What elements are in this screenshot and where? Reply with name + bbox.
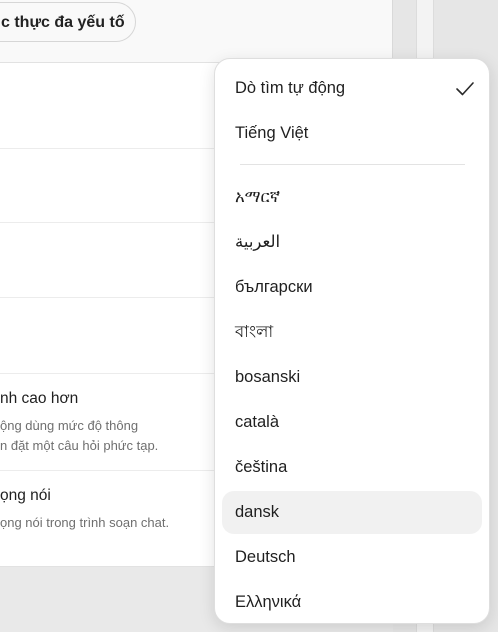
language-option[interactable]: български (222, 266, 482, 309)
language-option-label: Deutsch (235, 548, 296, 566)
language-option-label: বাংলা (235, 323, 274, 341)
language-option[interactable]: العربية (222, 221, 482, 264)
advanced-desc-line2: n đặt một câu hỏi phức tạp. (0, 438, 159, 453)
advanced-title: nh cao hơn (0, 390, 79, 407)
language-option-label: català (235, 413, 280, 431)
language-option-label: čeština (235, 458, 288, 476)
language-option[interactable]: Ελληνικά (222, 581, 482, 624)
language-option-label: Ελληνικά (235, 593, 302, 611)
language-option-label: አማርኛ (235, 188, 281, 206)
language-option-label: العربية (235, 233, 281, 251)
language-option-auto[interactable]: Dò tìm tự động (222, 67, 482, 110)
language-option-label: bosanski (235, 368, 301, 386)
language-option[interactable]: català (222, 401, 482, 444)
voice-desc: ọng nói trong trình soạn chat. (0, 515, 170, 530)
language-option[interactable]: Deutsch (222, 536, 482, 579)
language-option-hovered[interactable]: dansk (222, 491, 482, 534)
voice-title: ọng nói (0, 487, 51, 504)
language-option[interactable]: বাংলা (222, 311, 482, 354)
check-icon (456, 82, 474, 96)
language-option[interactable]: čeština (222, 446, 482, 489)
advanced-desc-line1: ộng dùng mức độ thông (0, 418, 139, 433)
menu-divider (240, 164, 465, 165)
language-option-label: Dò tìm tự động (235, 79, 346, 97)
language-option-label: български (235, 278, 313, 296)
language-option[interactable]: bosanski (222, 356, 482, 399)
language-dropdown: Dò tìm tự động Tiếng Việt አማርኛ العربية б… (214, 58, 490, 624)
language-option-vietnamese[interactable]: Tiếng Việt (222, 112, 482, 155)
language-option[interactable]: አማርኛ (222, 176, 482, 219)
mfa-button[interactable]: c thực đa yếu tố (0, 2, 136, 42)
language-option-label: dansk (235, 503, 280, 521)
language-option-label: Tiếng Việt (235, 124, 309, 142)
